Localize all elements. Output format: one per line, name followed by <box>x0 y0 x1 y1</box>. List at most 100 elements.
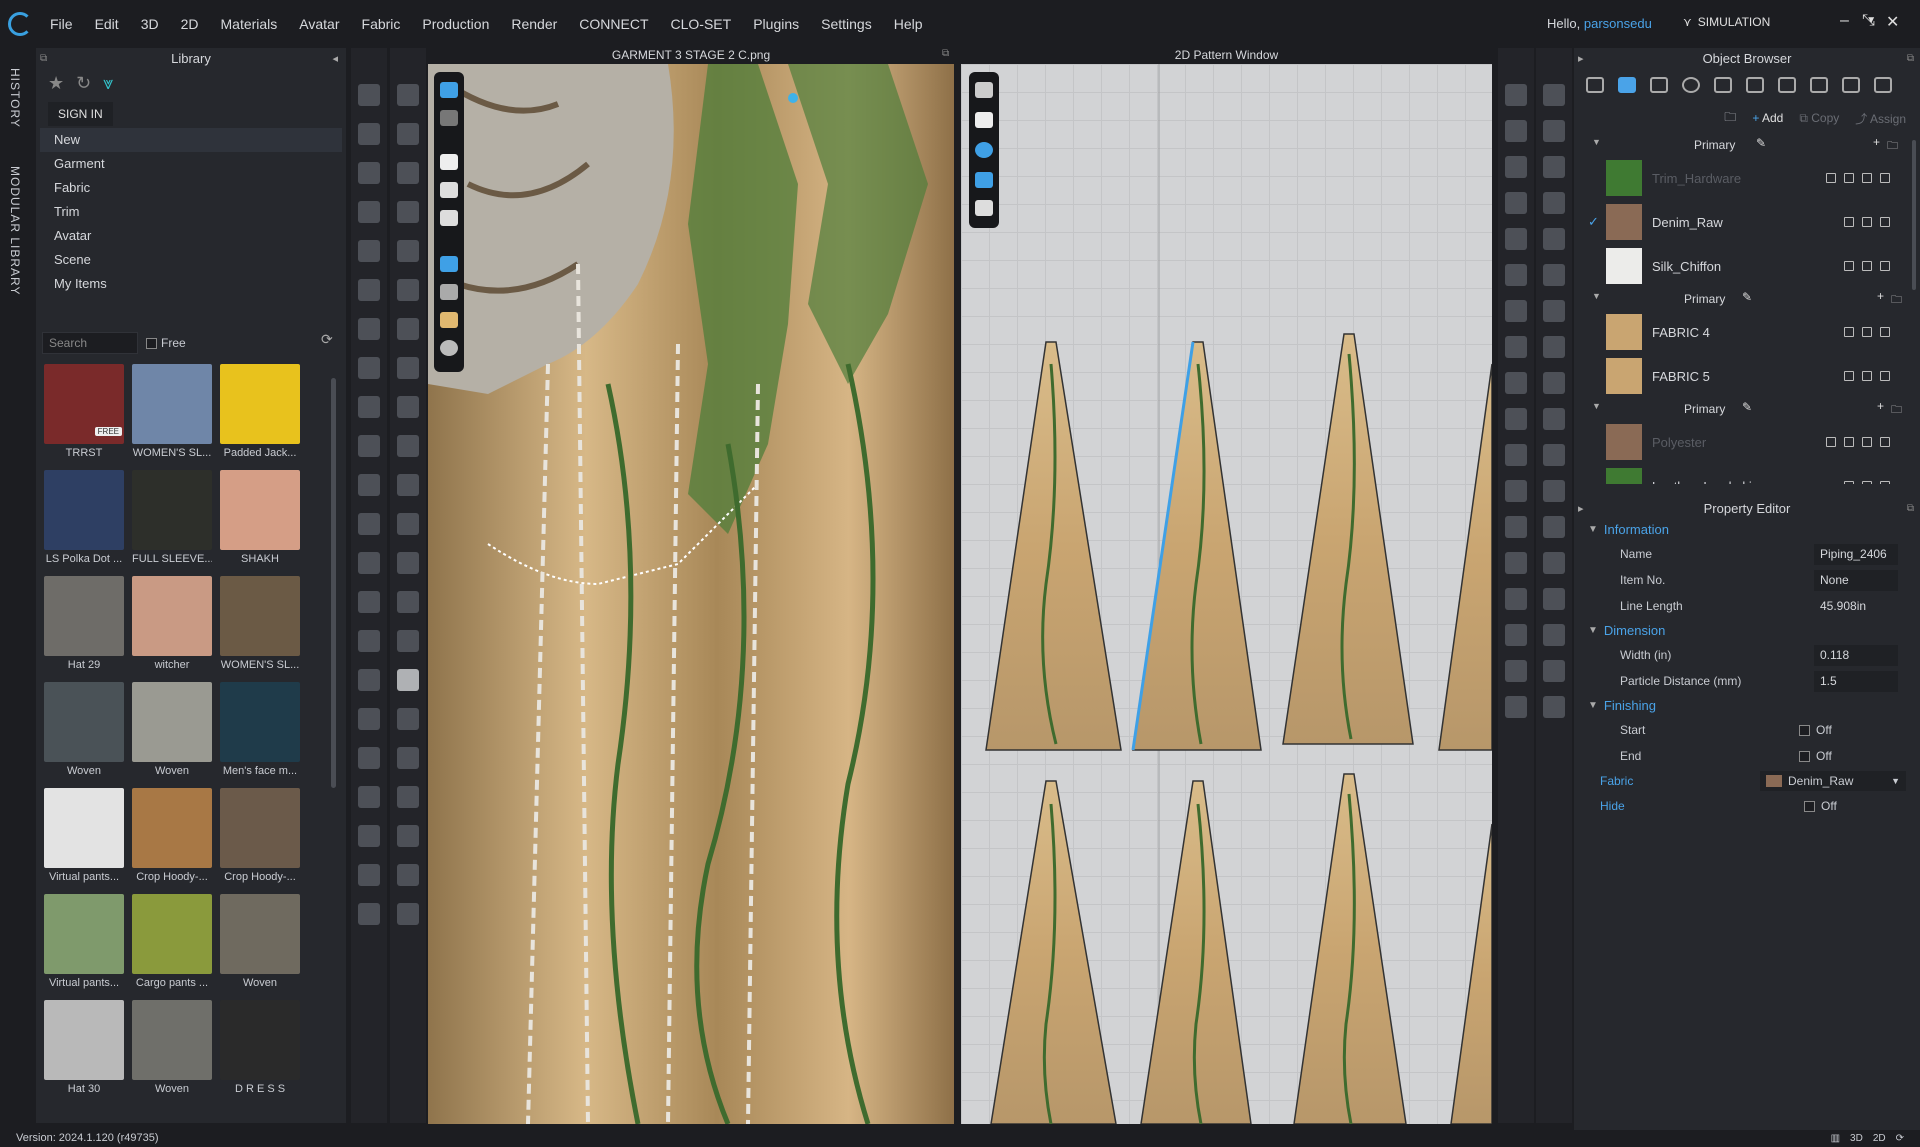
save-icon[interactable] <box>1862 437 1872 447</box>
tool-button-icon[interactable] <box>1543 696 1565 718</box>
section-information[interactable]: ▼ Information <box>1574 518 1920 541</box>
tool-button-icon[interactable] <box>397 474 419 496</box>
tool-button-icon[interactable] <box>397 513 419 535</box>
tool-button-icon[interactable] <box>1543 300 1565 322</box>
tool-button-icon[interactable] <box>397 162 419 184</box>
tool-button-icon[interactable] <box>397 864 419 886</box>
pattern-piece[interactable] <box>985 341 1122 751</box>
tool-button-icon[interactable] <box>397 591 419 613</box>
tool-button-icon[interactable] <box>1505 480 1527 502</box>
edit-pencil-icon[interactable]: ✎ <box>1756 136 1766 150</box>
fabric-list-scrollbar[interactable] <box>1912 140 1916 290</box>
library-item-thumbnail[interactable] <box>220 470 300 550</box>
tool-button-icon[interactable] <box>397 903 419 925</box>
viewport-3d[interactable] <box>428 64 954 1124</box>
fabric-row[interactable]: FABRIC 4 <box>1574 310 1920 354</box>
duplicate-icon[interactable] <box>1844 261 1854 271</box>
hide-checkbox[interactable] <box>1804 800 1815 812</box>
pattern-piece[interactable] <box>1438 363 1492 751</box>
library-item[interactable]: Hat 30 <box>44 1000 124 1100</box>
duplicate-icon[interactable] <box>1844 481 1854 484</box>
object-browser-undock-icon[interactable]: ⧉ <box>1907 53 1914 64</box>
tool-button-icon[interactable] <box>1543 588 1565 610</box>
fabric-row[interactable]: FABRIC 5 <box>1574 354 1920 398</box>
library-item[interactable]: Woven <box>44 682 124 782</box>
menu-avatar[interactable]: Avatar <box>299 16 339 32</box>
save-icon[interactable] <box>1862 173 1872 183</box>
minimize-icon[interactable]: – <box>1840 12 1849 30</box>
library-nav-avatar[interactable]: Avatar <box>40 224 342 248</box>
pattern-piece[interactable] <box>1140 780 1252 1124</box>
avatar-icon[interactable] <box>440 210 458 226</box>
undock-icon[interactable]: ⧉ <box>40 53 47 64</box>
star-icon[interactable]: ★ <box>48 73 64 94</box>
pen-icon[interactable] <box>975 82 993 98</box>
menu-connect[interactable]: CONNECT <box>579 16 648 32</box>
assign-button[interactable]: ⤴ Assign <box>1855 110 1906 127</box>
library-item-thumbnail[interactable]: FREE <box>44 364 124 444</box>
fabric-2d-icon[interactable] <box>975 172 993 188</box>
section-finishing[interactable]: ▼ Finishing <box>1574 694 1920 717</box>
add-button[interactable]: + Add <box>1752 111 1783 125</box>
collapse-arrow-icon[interactable]: ▸ <box>1578 502 1584 515</box>
library-item[interactable]: Woven <box>132 1000 212 1100</box>
menu-fabric[interactable]: Fabric <box>362 16 401 32</box>
library-item[interactable]: SHAKH <box>220 470 300 570</box>
tool-button-icon[interactable] <box>397 435 419 457</box>
pattern-piece[interactable] <box>1131 341 1262 751</box>
delete-icon[interactable] <box>1880 437 1890 447</box>
seam-tab-icon[interactable] <box>1746 77 1764 93</box>
avatar-view-icon[interactable] <box>440 110 458 126</box>
duplicate-icon[interactable] <box>1844 327 1854 337</box>
tool-button-icon[interactable] <box>397 630 419 652</box>
library-nav-fabric[interactable]: Fabric <box>40 176 342 200</box>
save-icon[interactable] <box>1880 217 1890 227</box>
tool-button-icon[interactable] <box>397 240 419 262</box>
library-item[interactable]: LS Polka Dot ... <box>44 470 124 570</box>
library-nav-scene[interactable]: Scene <box>40 248 342 272</box>
end-checkbox[interactable] <box>1799 750 1810 762</box>
tool-button-icon[interactable] <box>1505 84 1527 106</box>
tool-button-icon[interactable] <box>1543 264 1565 286</box>
tool-button-icon[interactable] <box>358 396 380 418</box>
duplicate-icon[interactable] <box>1844 371 1854 381</box>
globe-icon[interactable] <box>440 340 458 356</box>
copy-button[interactable]: ⧉ Copy <box>1799 111 1839 126</box>
library-item[interactable]: D R E S S <box>220 1000 300 1100</box>
library-item-thumbnail[interactable] <box>220 364 300 444</box>
library-nav-garment[interactable]: Garment <box>40 152 342 176</box>
library-item-thumbnail[interactable] <box>132 788 212 868</box>
username-link[interactable]: parsonsedu <box>1584 16 1652 31</box>
tool-button-icon[interactable] <box>358 825 380 847</box>
start-checkbox[interactable] <box>1799 724 1810 736</box>
prop-start-toggle[interactable]: Off <box>1799 723 1832 737</box>
library-item[interactable]: FULL SLEEVE... <box>132 470 212 570</box>
tool-button-icon[interactable] <box>358 708 380 730</box>
library-item-thumbnail[interactable] <box>220 1000 300 1080</box>
menu-settings[interactable]: Settings <box>821 16 872 32</box>
library-item-thumbnail[interactable] <box>44 470 124 550</box>
library-item[interactable]: Hat 29 <box>44 576 124 676</box>
folder-icon[interactable]: 🗀 <box>1887 137 1898 156</box>
pattern-piece[interactable] <box>1293 773 1407 1124</box>
tool-button-icon[interactable] <box>397 318 419 340</box>
tool-button-icon[interactable] <box>358 84 380 106</box>
trim-tab-icon[interactable] <box>1810 77 1828 93</box>
tool-button-icon[interactable] <box>1543 84 1565 106</box>
tool-button-icon[interactable] <box>1505 192 1527 214</box>
library-item-thumbnail[interactable] <box>44 576 124 656</box>
tool-button-icon[interactable] <box>1543 372 1565 394</box>
pattern-piece[interactable] <box>1450 823 1492 1124</box>
library-item[interactable]: Padded Jack... <box>220 364 300 464</box>
library-item-thumbnail[interactable] <box>44 788 124 868</box>
apply-icon[interactable] <box>1862 481 1872 484</box>
property-editor-undock-icon[interactable]: ⧉ <box>1907 503 1914 514</box>
add-fabric-icon[interactable]: + <box>1877 399 1884 413</box>
apply-icon[interactable] <box>1844 437 1854 447</box>
menu-plugins[interactable]: Plugins <box>753 16 799 32</box>
library-item-thumbnail[interactable] <box>220 576 300 656</box>
fabric-group-header[interactable]: ▼ Primary ✎ + 🗀 <box>1574 398 1920 420</box>
free-checkbox[interactable] <box>146 337 157 349</box>
folder-icon[interactable]: 🗀 <box>1891 401 1902 420</box>
tab-modular-library[interactable]: MODULAR LIBRARY <box>8 166 22 295</box>
